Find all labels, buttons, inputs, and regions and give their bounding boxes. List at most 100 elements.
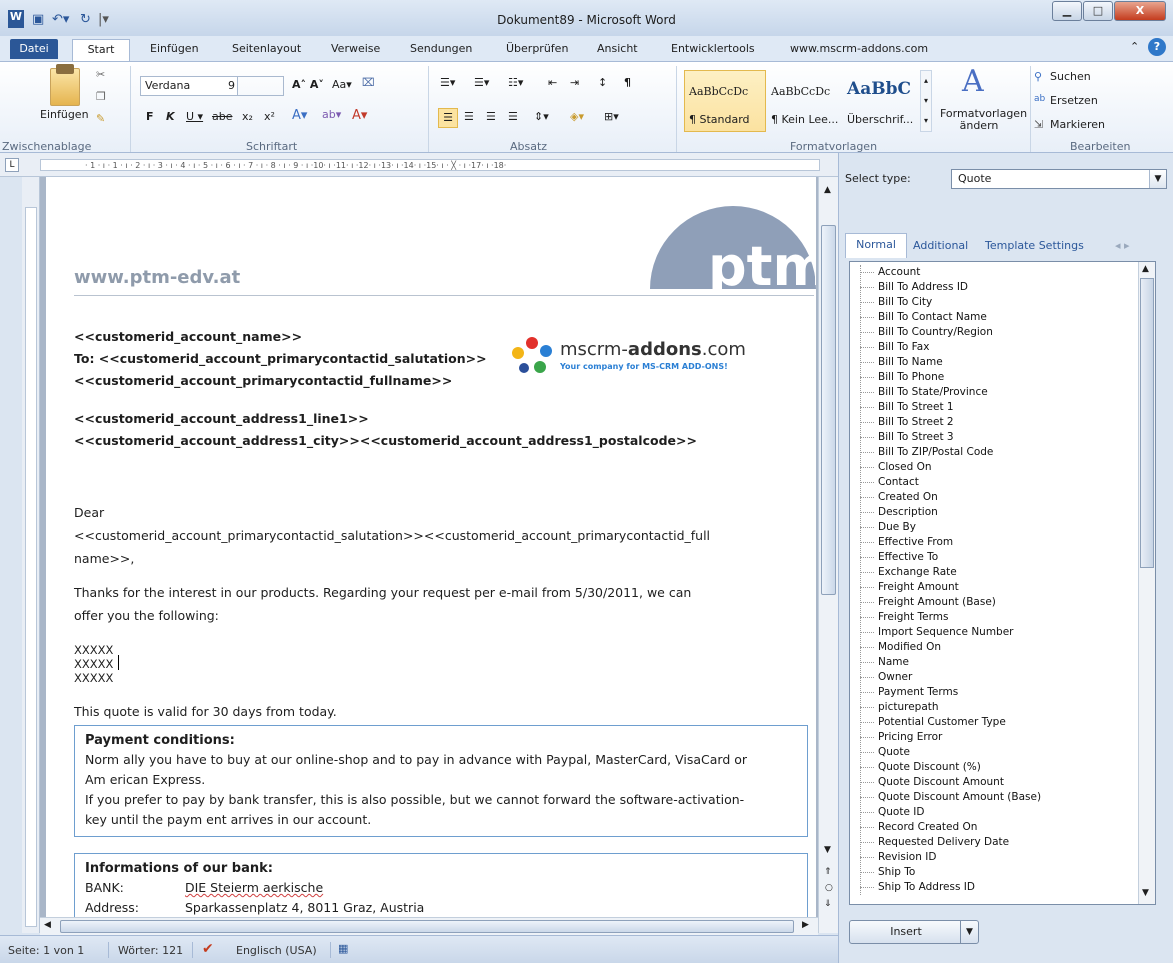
justify-icon[interactable]: ☰ xyxy=(508,110,518,123)
find-button[interactable]: Suchen xyxy=(1050,70,1091,83)
strikethrough-button[interactable]: abe xyxy=(212,110,233,123)
decrease-indent-icon[interactable]: ⇤ xyxy=(548,76,557,89)
macro-recording-icon[interactable]: ▦ xyxy=(338,942,348,955)
tab-ueberpruefen[interactable]: Überprüfen xyxy=(506,42,568,55)
document-horizontal-scrollbar[interactable]: ◀ ▶ xyxy=(40,917,818,935)
collapse-ribbon-icon[interactable]: ⌃ xyxy=(1130,40,1139,53)
field-list-item[interactable]: Freight Amount xyxy=(858,580,1138,595)
field-list-item[interactable]: picturepath xyxy=(858,700,1138,715)
tab-verweise[interactable]: Verweise xyxy=(331,42,380,55)
tab-normal[interactable]: Normal xyxy=(845,233,907,258)
bold-button[interactable]: F xyxy=(146,110,154,123)
bullets-icon[interactable]: ☰▾ xyxy=(440,76,455,89)
font-size-combo[interactable]: 9 xyxy=(224,76,284,96)
cut-icon[interactable]: ✂ xyxy=(96,68,105,81)
grow-font-icon[interactable]: A˄ A˅ xyxy=(292,78,324,91)
superscript-button[interactable]: x² xyxy=(264,110,275,123)
tab-addon[interactable]: www.mscrm-addons.com xyxy=(790,42,928,55)
field-list-item[interactable]: Effective To xyxy=(858,550,1138,565)
highlight-icon[interactable]: ab▾ xyxy=(322,108,341,121)
vertical-ruler[interactable] xyxy=(22,177,40,933)
help-icon[interactable]: ? xyxy=(1148,38,1166,56)
replace-button[interactable]: Ersetzen xyxy=(1050,94,1098,107)
scroll-thumb[interactable] xyxy=(821,225,836,595)
shading-icon[interactable]: ◈▾ xyxy=(570,110,584,123)
field-list-item[interactable]: Bill To Street 3 xyxy=(858,430,1138,445)
proofing-icon[interactable]: ✔ xyxy=(202,941,214,957)
tab-selector-icon[interactable]: L xyxy=(5,158,19,172)
align-left-icon[interactable]: ☰ xyxy=(438,108,458,128)
clear-formatting-icon[interactable]: ⌧ xyxy=(362,76,375,89)
field-list-item[interactable]: Quote Discount Amount xyxy=(858,775,1138,790)
field-list-item[interactable]: Pricing Error xyxy=(858,730,1138,745)
chevron-down-icon[interactable]: ▼ xyxy=(1149,170,1166,188)
increase-indent-icon[interactable]: ⇥ xyxy=(570,76,579,89)
document-area[interactable]: www.ptm-edv.at ptm mscrm-addons.com Your… xyxy=(40,177,818,935)
field-list-item[interactable]: Record Created On xyxy=(858,820,1138,835)
word-count[interactable]: Wörter: 121 xyxy=(118,944,183,957)
style-no-spacing[interactable]: AaBbCcDc ¶ Kein Lee... xyxy=(766,70,848,132)
list-scroll-thumb[interactable] xyxy=(1140,278,1154,568)
field-list-item[interactable]: Name xyxy=(858,655,1138,670)
field-list-item[interactable]: Bill To Name xyxy=(858,355,1138,370)
field-list-item[interactable]: Effective From xyxy=(858,535,1138,550)
field-list-item[interactable]: Freight Amount (Base) xyxy=(858,595,1138,610)
insert-button[interactable]: Insert ▼ xyxy=(849,920,979,944)
field-list-item[interactable]: Quote Discount Amount (Base) xyxy=(858,790,1138,805)
change-case-icon[interactable]: Aa▾ xyxy=(332,78,352,91)
tab-start[interactable]: Start xyxy=(72,39,130,63)
copy-icon[interactable]: ❐ xyxy=(96,90,106,103)
numbering-icon[interactable]: ☰▾ xyxy=(474,76,489,89)
next-page-icon[interactable]: ⇓ xyxy=(824,899,832,909)
select-button[interactable]: Markieren xyxy=(1050,118,1105,131)
field-list-scrollbar[interactable]: ▲ ▼ xyxy=(1138,262,1155,904)
underline-button[interactable]: U ▾ xyxy=(186,110,203,123)
list-scroll-up-icon[interactable]: ▲ xyxy=(1142,264,1149,274)
field-list-item[interactable]: Ship To xyxy=(858,865,1138,880)
document-vertical-scrollbar[interactable]: ▲ ▼ ⇑ ○ ⇓ xyxy=(818,177,838,933)
hscroll-thumb[interactable] xyxy=(60,920,794,933)
field-list-item[interactable]: Bill To Fax xyxy=(858,340,1138,355)
show-formatting-icon[interactable]: ¶ xyxy=(624,76,631,89)
tab-seitenlayout[interactable]: Seitenlayout xyxy=(232,42,301,55)
paste-button[interactable]: Einfügen xyxy=(40,108,89,121)
field-list-item[interactable]: Payment Terms xyxy=(858,685,1138,700)
style-standard[interactable]: AaBbCcDc ¶ Standard xyxy=(684,70,766,132)
tab-additional[interactable]: Additional xyxy=(913,239,968,252)
select-type-dropdown[interactable]: Quote ▼ xyxy=(951,169,1167,189)
style-heading[interactable]: AaBbC Überschrif... xyxy=(842,70,920,132)
tab-ansicht[interactable]: Ansicht xyxy=(597,42,638,55)
field-list-item[interactable]: Description xyxy=(858,505,1138,520)
field-list-item[interactable]: Owner xyxy=(858,670,1138,685)
borders-icon[interactable]: ⊞▾ xyxy=(604,110,619,123)
font-color-icon[interactable]: A▾ xyxy=(352,108,367,123)
field-list-item[interactable]: Bill To State/Province xyxy=(858,385,1138,400)
horizontal-ruler[interactable]: L · 1 · ı · 1 · ı · 2 · ı · 3 · ı · 4 · … xyxy=(0,153,838,177)
align-center-icon[interactable]: ☰ xyxy=(464,110,474,123)
field-list-item[interactable]: Bill To Address ID xyxy=(858,280,1138,295)
field-list-item[interactable]: Modified On xyxy=(858,640,1138,655)
tab-datei[interactable]: Datei xyxy=(10,39,58,59)
scroll-left-icon[interactable]: ◀ xyxy=(44,920,51,930)
subscript-button[interactable]: x₂ xyxy=(242,110,253,123)
tab-scroll-arrows-icon[interactable]: ◂ ▸ xyxy=(1115,239,1130,252)
field-list-item[interactable]: Exchange Rate xyxy=(858,565,1138,580)
field-list-item[interactable]: Account xyxy=(858,265,1138,280)
list-scroll-down-icon[interactable]: ▼ xyxy=(1142,888,1149,898)
field-list-item[interactable]: Contact xyxy=(858,475,1138,490)
field-list-item[interactable]: Closed On xyxy=(858,460,1138,475)
close-button[interactable]: X xyxy=(1114,1,1166,21)
multilevel-list-icon[interactable]: ☷▾ xyxy=(508,76,523,89)
change-styles-button[interactable]: Formatvorlagen ändern xyxy=(940,108,1027,132)
previous-page-icon[interactable]: ⇑ xyxy=(824,867,832,877)
sort-icon[interactable]: ↕ xyxy=(598,76,607,89)
format-painter-icon[interactable]: ✎ xyxy=(96,112,105,125)
styles-scroll-icon[interactable]: ▴ ▾ ▾ xyxy=(920,70,932,132)
italic-button[interactable]: K xyxy=(166,110,175,123)
language-status[interactable]: Englisch (USA) xyxy=(236,944,317,957)
field-list-item[interactable]: Bill To Street 1 xyxy=(858,400,1138,415)
tab-template-settings[interactable]: Template Settings xyxy=(985,239,1084,252)
field-list-item[interactable]: Due By xyxy=(858,520,1138,535)
tab-sendungen[interactable]: Sendungen xyxy=(410,42,472,55)
field-list-item[interactable]: Created On xyxy=(858,490,1138,505)
